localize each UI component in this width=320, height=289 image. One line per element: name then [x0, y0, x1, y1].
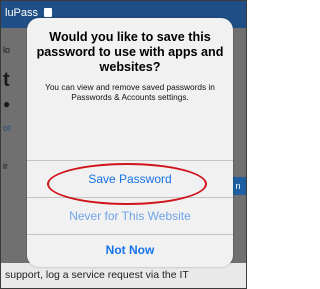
background-heading-fragment: t [3, 69, 10, 91]
alert-message: You can view and remove saved passwords … [45, 82, 215, 102]
background-text-fragment: ir [3, 161, 8, 171]
not-now-button[interactable]: Not Now [27, 232, 233, 267]
background-link-fragment[interactable]: ot [3, 123, 11, 133]
annotation-circle [47, 163, 207, 205]
background-app-title: luPass [5, 7, 39, 19]
background-footer-text: support, log a service request via the I… [5, 269, 189, 281]
background-text-fragment: lo [3, 45, 11, 55]
bullet-icon: ● [3, 97, 11, 111]
alert-title: Would you like to save this password to … [36, 30, 224, 74]
save-password-alert: Would you like to save this password to … [27, 18, 233, 267]
screenshot-frame: luPass lo t ● ot ir n support, log a ser… [0, 0, 247, 289]
app-logo-icon [44, 8, 52, 17]
